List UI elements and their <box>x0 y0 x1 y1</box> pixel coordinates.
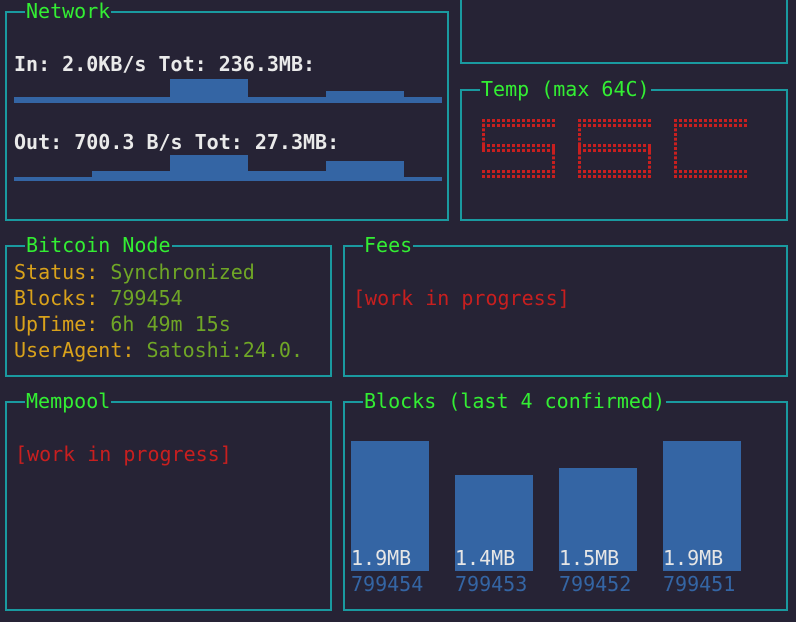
mempool-panel: Mempool [work in progress] <box>5 389 332 611</box>
node-row-uptime: UpTime: 6h 49m 15s <box>14 311 231 337</box>
node-value: Satoshi:24.0. <box>146 338 303 362</box>
node-value: Synchronized <box>110 260 255 284</box>
network-out-segment <box>92 171 170 181</box>
node-key: UpTime: <box>14 312 111 336</box>
temp-value-display <box>482 119 747 178</box>
temp-digit <box>578 119 651 178</box>
network-out-sparkline <box>14 155 442 181</box>
block-size-label: 1.9MB <box>351 546 412 570</box>
node-key: Status: <box>14 260 111 284</box>
network-out-segment <box>248 171 326 181</box>
network-panel: Network In: 2.0KB/s Tot: 236.3MB: Out: 7… <box>5 0 449 221</box>
bitcoin-node-title: Bitcoin Node <box>25 233 172 257</box>
mempool-status: [work in progress] <box>15 442 232 466</box>
network-out-segment <box>326 161 404 181</box>
temp-title: Temp (max 64C) <box>480 77 651 101</box>
empty-panel <box>460 0 788 64</box>
node-value: 799454 <box>110 286 183 310</box>
node-key: Blocks: <box>14 286 111 310</box>
bitcoin-node-panel: Bitcoin Node Status: Synchronized Blocks… <box>5 233 332 377</box>
node-row-useragent: UserAgent: Satoshi:24.0. <box>14 337 303 363</box>
node-value: 6h 49m 15s <box>110 312 231 336</box>
fees-panel: Fees [work in progress] <box>343 233 788 377</box>
block-height-label: 799454 <box>351 572 424 596</box>
node-row-blocks: Blocks: 799454 <box>14 285 183 311</box>
node-row-status: Status: Synchronized <box>14 259 255 285</box>
network-out-label: Out: 700.3 B/s Tot: 27.3MB: <box>14 130 340 154</box>
block-size-label: 1.4MB <box>455 546 516 570</box>
node-key: UserAgent: <box>14 338 147 362</box>
network-in-segment <box>404 97 442 103</box>
mempool-title: Mempool <box>25 389 112 413</box>
network-in-segment <box>326 91 404 103</box>
network-out-segment <box>404 177 442 181</box>
block-height-label: 799451 <box>663 572 736 596</box>
network-in-segment <box>248 97 326 103</box>
network-out-segment <box>14 177 92 181</box>
network-in-segment <box>14 97 92 103</box>
temp-digit <box>482 119 555 178</box>
block-size-label: 1.5MB <box>559 546 620 570</box>
fees-title: Fees <box>363 233 414 257</box>
network-in-sparkline <box>14 79 442 103</box>
network-in-label: In: 2.0KB/s Tot: 236.3MB: <box>14 52 316 76</box>
network-title: Network <box>25 0 112 23</box>
temp-digit <box>674 119 747 178</box>
fees-status: [work in progress] <box>353 286 570 310</box>
temp-panel: Temp (max 64C) <box>460 77 788 221</box>
blocks-panel: Blocks (last 4 confirmed) 1.9MB 799454 1.4… <box>343 389 788 611</box>
blocks-chart: 1.9MB 799454 1.4MB 799453 1.5MB 799452 1.9MB 79… <box>345 403 786 609</box>
block-height-label: 799452 <box>559 572 632 596</box>
network-out-segment <box>170 155 248 181</box>
block-size-label: 1.9MB <box>663 546 724 570</box>
network-in-segment <box>170 79 248 103</box>
block-height-label: 799453 <box>455 572 528 596</box>
network-in-segment <box>92 97 170 103</box>
